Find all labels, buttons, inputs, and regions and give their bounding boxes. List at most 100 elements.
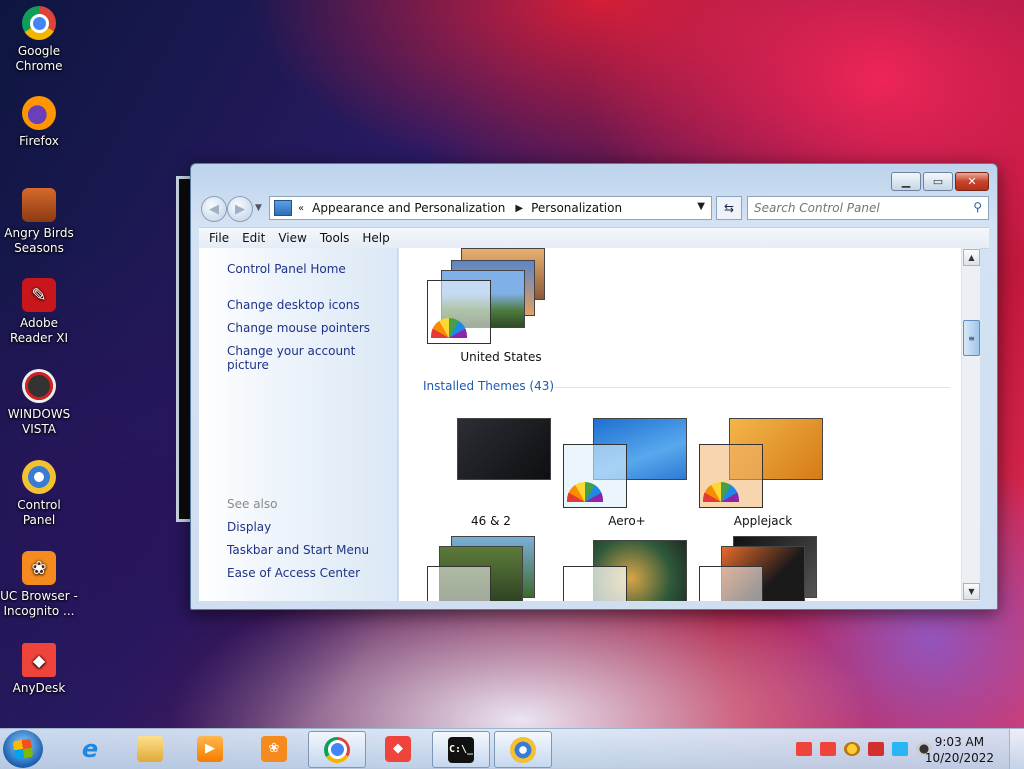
desktop-icon-anydesk[interactable]: ◆ AnyDesk (0, 643, 78, 696)
theme-united-states[interactable]: United States (421, 248, 581, 370)
anydesk-tray-icon[interactable] (820, 742, 836, 756)
taskbar-anydesk[interactable]: ◆ (370, 731, 426, 766)
angry-birds-icon (22, 188, 56, 222)
desktop-icon-label: Control Panel (17, 498, 61, 527)
theme-thumbnail (457, 418, 551, 480)
chrome-icon (22, 6, 56, 40)
taskbar-chrome[interactable] (308, 731, 366, 768)
desktop-icon-label: Firefox (19, 134, 59, 148)
start-button[interactable] (3, 730, 43, 768)
scroll-down-arrow-icon[interactable]: ▼ (963, 583, 980, 600)
control-panel-icon (274, 200, 292, 216)
network-tray-icon[interactable] (892, 742, 908, 756)
scrollbar-thumb[interactable]: ≡ (963, 320, 980, 356)
breadcrumb-separator-icon[interactable]: ▶ (515, 203, 523, 214)
link-taskbar-start-menu[interactable]: Taskbar and Start Menu (227, 543, 369, 557)
address-chevrons[interactable]: « (298, 203, 304, 214)
uc-browser-icon: ❀ (22, 551, 56, 585)
link-display[interactable]: Display (227, 520, 271, 534)
taskbar-file-explorer[interactable] (122, 731, 178, 766)
search-icon[interactable]: ⚲ (973, 200, 982, 214)
address-dropdown-icon[interactable]: ▼ (697, 201, 705, 212)
link-ease-of-access[interactable]: Ease of Access Center (227, 566, 360, 580)
desktop-icon-label: Adobe Reader XI (9, 316, 69, 345)
internet-explorer-icon: e (81, 734, 99, 763)
forward-button[interactable]: ▶ (227, 196, 253, 222)
desktop-icon-label: Google Chrome (15, 44, 63, 73)
menu-file[interactable]: File (209, 231, 229, 245)
search-box[interactable]: ⚲ (747, 196, 989, 220)
search-input[interactable] (748, 200, 961, 216)
left-navigation-pane: Control Panel Home Change desktop icons … (199, 248, 398, 601)
theme-label: Applejack (733, 514, 793, 528)
theme-applejack[interactable]: Applejack (683, 408, 843, 528)
theme-label: United States (460, 350, 542, 364)
desktop-icon-uc-browser[interactable]: ❀ UC Browser - Incognito ... (0, 551, 78, 619)
theme-partial-3[interactable] (683, 536, 843, 601)
firefox-icon (22, 96, 56, 130)
themes-content-area: United States Installed Themes (43) 46 &… (399, 248, 961, 601)
clock-time: 9:03 AM (934, 735, 985, 749)
desktop-icon-label: WINDOWS VISTA (7, 407, 71, 436)
menu-bar: File Edit View Tools Help (199, 227, 989, 249)
taskbar-internet-explorer[interactable]: e (62, 731, 118, 766)
close-button[interactable]: ✕ (955, 172, 989, 191)
desktop-icon-label: UC Browser - Incognito ... (0, 589, 78, 618)
theme-color-overlay (427, 566, 491, 601)
chrome-icon (324, 736, 350, 763)
anydesk-icon: ◆ (22, 643, 56, 677)
address-bar[interactable]: « Appearance and Personalization ▶ Perso… (269, 196, 712, 220)
group-divider (554, 387, 950, 388)
desktop-icon-chrome[interactable]: Google Chrome (0, 6, 78, 74)
uc-browser-icon: ❀ (261, 735, 287, 762)
desktop-icon-adobe-reader[interactable]: ✎ Adobe Reader XI (0, 278, 78, 346)
taskbar-command-prompt[interactable]: C:\_ (432, 731, 490, 768)
taskbar-control-panel[interactable] (494, 731, 552, 768)
link-change-mouse-pointers[interactable]: Change mouse pointers (227, 321, 370, 335)
desktop-icon-firefox[interactable]: Firefox (0, 96, 78, 149)
taskbar-uc-browser[interactable]: ❀ (246, 731, 302, 766)
show-desktop-button[interactable] (1009, 729, 1024, 769)
control-panel-icon (510, 736, 536, 763)
refresh-button[interactable]: ⇆ (716, 196, 742, 220)
breadcrumb-appearance[interactable]: Appearance and Personalization (312, 201, 505, 215)
installed-themes-header: Installed Themes (43) (423, 379, 555, 393)
search-tray-icon[interactable] (844, 742, 860, 756)
vertical-scrollbar[interactable]: ▲ ≡ ▼ (961, 248, 980, 601)
menu-help[interactable]: Help (362, 231, 389, 245)
taskbar-media-player[interactable]: ▶ (182, 731, 238, 766)
theme-color-overlay (563, 566, 627, 601)
folder-icon (137, 735, 163, 762)
maximize-button[interactable]: ▭ (923, 172, 953, 191)
desktop-icon-label: AnyDesk (12, 681, 66, 695)
menu-edit[interactable]: Edit (242, 231, 265, 245)
caption-buttons: ▁ ▭ ✕ (889, 172, 989, 191)
desktop-icon-control-panel[interactable]: Control Panel (0, 460, 78, 528)
adobe-reader-icon: ✎ (22, 278, 56, 312)
scroll-up-arrow-icon[interactable]: ▲ (963, 249, 980, 266)
anydesk-tray-icon[interactable] (796, 742, 812, 756)
recent-pages-dropdown-icon[interactable]: ▼ (255, 203, 262, 213)
taskbar: e ▶ ❀ ◆ C:\_ 9:03 AM 10/20/2022 (0, 728, 1024, 769)
media-player-icon: ▶ (197, 735, 223, 762)
control-panel-icon (22, 460, 56, 494)
link-change-account-picture[interactable]: Change your account picture (227, 344, 397, 372)
system-clock[interactable]: 9:03 AM 10/20/2022 (925, 734, 994, 766)
link-change-desktop-icons[interactable]: Change desktop icons (227, 298, 360, 312)
personalization-window: ▁ ▭ ✕ ◀ ▶ ▼ « Appearance and Personaliza… (190, 163, 998, 610)
flag-tray-icon[interactable] (868, 742, 884, 756)
desktop-icon-angry-birds[interactable]: Angry Birds Seasons (0, 188, 78, 256)
see-also-heading: See also (227, 497, 278, 511)
link-control-panel-home[interactable]: Control Panel Home (227, 262, 346, 276)
desktop-icon-windows-vista[interactable]: WINDOWS VISTA (0, 369, 78, 437)
breadcrumb-personalization[interactable]: Personalization (531, 201, 622, 215)
windows-vista-icon (22, 369, 56, 403)
minimize-button[interactable]: ▁ (891, 172, 921, 191)
menu-tools[interactable]: Tools (320, 231, 350, 245)
anydesk-icon: ◆ (385, 735, 411, 762)
command-prompt-icon: C:\_ (448, 736, 474, 763)
menu-view[interactable]: View (278, 231, 306, 245)
clock-date: 10/20/2022 (924, 751, 994, 765)
desktop-icon-label: Angry Birds Seasons (4, 226, 74, 255)
back-button[interactable]: ◀ (201, 196, 227, 222)
